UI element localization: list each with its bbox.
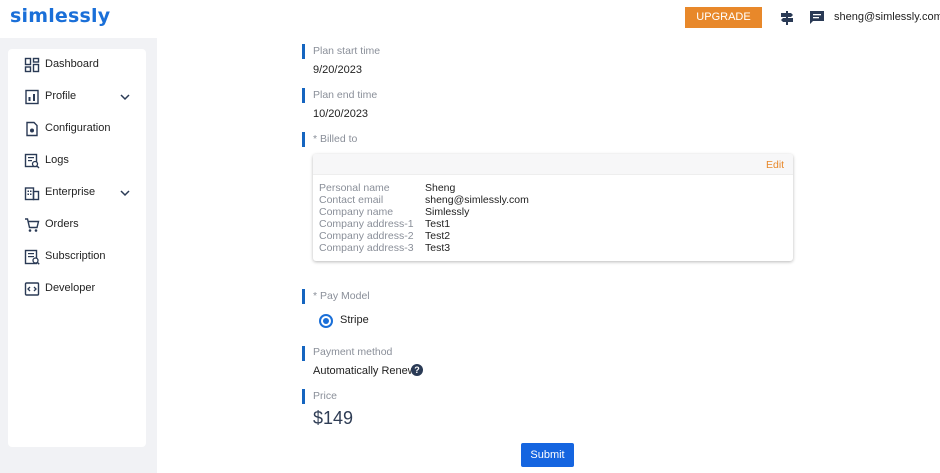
field-accent-bar — [302, 289, 305, 304]
top-bar: simlessly UPGRADE NOW sheng@simlessly.co… — [0, 0, 940, 44]
billed-to-label: * Billed to — [313, 133, 358, 145]
stripe-radio[interactable] — [319, 314, 333, 328]
sidebar-item-enterprise[interactable]: Enterprise — [8, 182, 146, 204]
logs-icon — [24, 153, 40, 169]
sidebar-item-label: Developer — [45, 282, 96, 294]
edit-billing-link[interactable]: Edit — [766, 159, 784, 171]
billing-value: Simlessly — [425, 206, 470, 218]
billing-key: Contact email — [319, 194, 384, 206]
help-icon[interactable]: ? — [411, 364, 423, 376]
field-accent-bar — [302, 88, 305, 103]
chevron-down-icon — [120, 190, 130, 197]
subscription-form: Plan start time 9/20/2023 Plan end time … — [157, 38, 940, 473]
subscription-icon — [24, 249, 40, 265]
price-label: Price — [313, 390, 337, 402]
upgrade-now-button[interactable]: UPGRADE NOW — [685, 7, 762, 44]
billing-key: Company name — [319, 206, 394, 218]
plan-end-value: 10/20/2023 — [313, 108, 369, 120]
profile-icon — [25, 89, 39, 105]
billed-to-card-header: Edit — [313, 154, 793, 175]
billing-key: Company address-3 — [319, 242, 414, 254]
plan-end-label: Plan end time — [313, 89, 378, 101]
payment-method-value: Automatically Renew — [313, 365, 416, 377]
stripe-radio-label[interactable]: Stripe — [340, 314, 369, 326]
field-accent-bar — [302, 346, 305, 361]
dashboard-icon — [24, 57, 40, 73]
configuration-icon — [26, 121, 38, 137]
sidebar-item-label: Logs — [45, 154, 69, 166]
billing-key: Personal name — [319, 182, 390, 194]
developer-icon — [24, 282, 40, 296]
chat-icon[interactable] — [809, 10, 825, 26]
user-email[interactable]: sheng@simlessly.com — [834, 11, 940, 23]
plan-start-label: Plan start time — [313, 45, 381, 57]
sidebar-item-logs[interactable]: Logs — [8, 150, 146, 172]
sidebar-item-label: Configuration — [45, 122, 111, 134]
enterprise-icon — [24, 187, 40, 201]
cart-icon — [25, 218, 40, 232]
field-accent-bar — [302, 389, 305, 404]
pay-model-label: * Pay Model — [313, 290, 370, 302]
billing-value: Test2 — [425, 230, 451, 242]
sidebar-item-label: Dashboard — [45, 58, 99, 70]
sidebar-item-label: Subscription — [45, 250, 106, 262]
billing-value: Test3 — [425, 242, 451, 254]
signpost-icon[interactable] — [779, 10, 795, 26]
price-value: $149 — [313, 408, 354, 428]
sidebar-item-developer[interactable]: Developer — [8, 278, 146, 300]
billing-value: sheng@simlessly.com — [425, 194, 529, 206]
plan-start-value: 9/20/2023 — [313, 64, 362, 76]
billing-key: Company address-1 — [319, 218, 414, 230]
billing-value: Sheng — [425, 182, 456, 194]
logo[interactable]: simlessly — [10, 5, 110, 27]
sidebar-item-label: Orders — [45, 218, 79, 230]
submit-button[interactable]: Submit — [521, 443, 574, 467]
billing-value: Test1 — [425, 218, 451, 230]
sidebar-item-configuration[interactable]: Configuration — [8, 118, 146, 140]
billing-key: Company address-2 — [319, 230, 414, 242]
sidebar-item-dashboard[interactable]: Dashboard — [8, 54, 146, 76]
sidebar-item-orders[interactable]: Orders — [8, 214, 146, 236]
chevron-down-icon — [120, 94, 130, 101]
billed-to-card: Edit Personal name Sheng Contact email s… — [313, 154, 793, 261]
sidebar-item-label: Enterprise — [45, 186, 96, 198]
field-accent-bar — [302, 132, 305, 147]
sidebar-item-profile[interactable]: Profile — [8, 86, 146, 108]
field-accent-bar — [302, 44, 305, 59]
payment-method-label: Payment method — [313, 346, 393, 358]
sidebar-item-subscription[interactable]: Subscription — [8, 246, 146, 268]
sidebar-item-label: Profile — [45, 90, 77, 102]
sidebar: Dashboard Profile Configuration Logs Ent… — [8, 49, 146, 447]
